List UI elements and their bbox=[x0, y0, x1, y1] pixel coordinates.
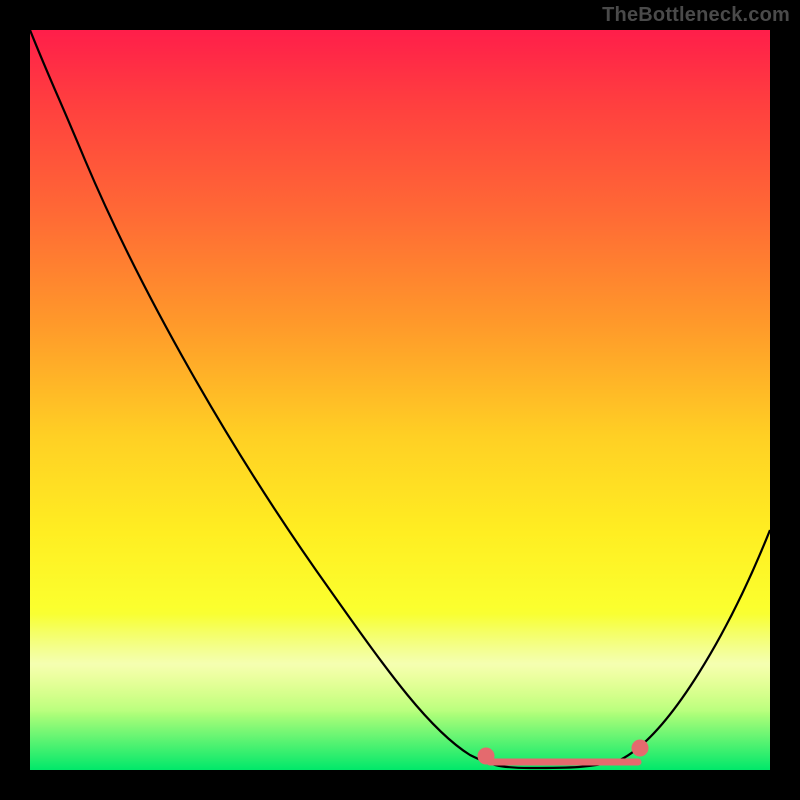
watermark-text: TheBottleneck.com bbox=[602, 4, 790, 27]
chart-frame: TheBottleneck.com bbox=[0, 0, 800, 800]
gradient-plot-area bbox=[30, 30, 770, 770]
highlight-band bbox=[30, 614, 770, 714]
